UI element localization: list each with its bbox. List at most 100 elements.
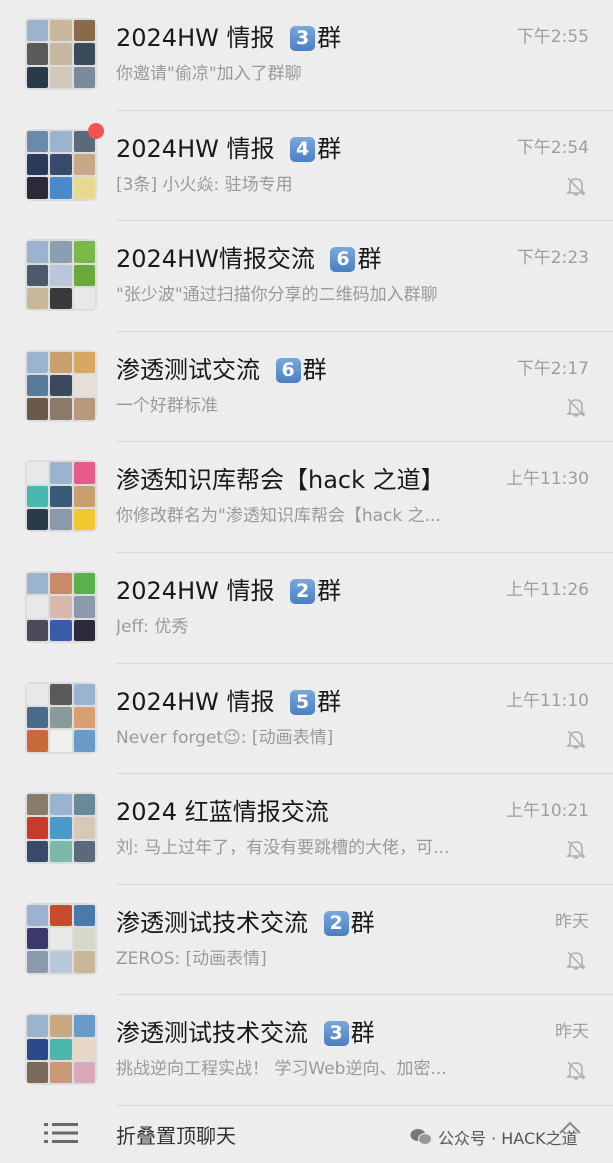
chat-preview: "张少波"通过扫描你分享的二维码加入群聊 xyxy=(116,285,438,306)
avatar-tile xyxy=(27,596,49,618)
group-number-badge: 5 xyxy=(290,689,316,715)
avatar-tile xyxy=(73,287,95,310)
bell-off-icon xyxy=(566,1061,586,1081)
avatar-tile xyxy=(73,264,95,286)
chevron-up-icon[interactable] xyxy=(558,1121,582,1135)
avatar-tile xyxy=(73,66,95,88)
avatar-tile xyxy=(27,572,49,595)
chat-row[interactable]: 渗透知识库帮会【hack 之道】 上午11:30 你修改群名为"渗透知识库帮会【ha… xyxy=(0,442,613,553)
chat-time: 昨天 xyxy=(555,1022,589,1043)
avatar-tile xyxy=(27,794,49,816)
avatar-tile xyxy=(73,351,95,374)
chat-name-suffix: 群 xyxy=(317,24,342,52)
avatar-tile xyxy=(73,1062,95,1084)
avatar-tile xyxy=(73,904,95,927)
avatar-tile xyxy=(27,509,49,531)
avatar-tile xyxy=(50,177,72,199)
chat-time: 上午11:30 xyxy=(506,469,589,490)
avatar-tile xyxy=(50,928,72,950)
group-avatar[interactable] xyxy=(25,681,97,754)
avatar-tile xyxy=(50,904,72,927)
avatar-tile xyxy=(27,619,49,641)
avatar-tile xyxy=(50,596,72,618)
fold-pinned-label: 折叠置顶聊天 xyxy=(116,1124,236,1148)
folded-pinned-bar[interactable]: 折叠置顶聊天 公众号 · HACK之道 xyxy=(0,1106,613,1163)
avatar-tile xyxy=(73,1038,95,1060)
group-avatar[interactable] xyxy=(25,349,97,422)
bell-off-icon xyxy=(566,398,586,417)
group-avatar[interactable] xyxy=(25,1013,97,1086)
chat-name-suffix: 群 xyxy=(350,908,375,937)
avatar-tile xyxy=(27,1015,49,1037)
chat-row[interactable]: 渗透测试技术交流 2 群 昨天 ZEROS: [动画表情] xyxy=(0,885,613,996)
chat-preview: Jeff: 优秀 xyxy=(116,616,189,637)
chat-name-text: 渗透测试技术交流 xyxy=(116,1019,316,1048)
avatar-tile xyxy=(27,730,49,752)
chat-row[interactable]: 2024HW 情报 5 群上午11:10 Never forget😉: [动画表情] xyxy=(0,664,613,775)
avatar-tile xyxy=(50,1015,72,1037)
chat-preview: 你修改群名为"渗透知识库帮会【hack 之... xyxy=(116,506,441,527)
group-avatar[interactable] xyxy=(25,239,97,312)
bell-off-icon xyxy=(566,177,586,196)
chat-row[interactable]: 2024HW 情报 2 群上午11:26 Jeff: 优秀 xyxy=(0,553,613,664)
avatar-tile xyxy=(50,619,72,641)
chat-name-suffix: 群 xyxy=(350,1019,375,1048)
chat-name: 渗透测试技术交流 3群 xyxy=(116,1015,503,1051)
chat-preview: ZEROS: [动画表情] xyxy=(116,948,267,969)
avatar-tile xyxy=(50,509,72,531)
avatar-tile xyxy=(73,840,95,863)
bell-off-icon xyxy=(566,730,586,749)
chat-name-text: 渗透知识库帮会【hack 之道】 xyxy=(116,466,445,495)
chat-row[interactable]: 渗透测试技术交流 3 群 昨天挑战逆向工程实战！ 学习Web逆向、加密... xyxy=(0,995,613,1106)
group-avatar[interactable] xyxy=(25,18,97,90)
avatar-tile xyxy=(73,928,95,950)
avatar-tile xyxy=(50,462,72,484)
chat-row[interactable]: 渗透测试交流 6 群下午2:17 一个好群标准 xyxy=(0,332,613,443)
bell-off-icon xyxy=(566,840,586,859)
chat-name-text: 2024HW 情报 xyxy=(116,134,283,163)
chat-name: 2024HW 情报 2群 xyxy=(116,573,503,609)
chat-row[interactable]: 2024HW 情报 4 群下午2:54 [3条] 小火焱: 驻场专用 xyxy=(0,111,613,222)
avatar-tile xyxy=(27,43,49,65)
chat-time: 下午2:17 xyxy=(516,358,589,379)
group-avatar[interactable] xyxy=(25,902,97,975)
chat-list: 2024HW 情报 3 群下午2:55 你邀请"偷凉"加入了群聊 2024HW 情报 … xyxy=(0,0,613,1106)
avatar-tile xyxy=(73,572,95,595)
group-number-badge: 2 xyxy=(323,910,349,936)
group-avatar[interactable] xyxy=(25,128,97,201)
chat-row[interactable]: 2024HW情报交流 6 群下午2:23 "张少波"通过扫描你分享的二维码加入群聊 xyxy=(0,221,613,332)
chat-name-text: 2024HW情报交流 xyxy=(116,245,323,274)
avatar-tile xyxy=(73,462,95,484)
chat-name: 2024HW 情报 4群 xyxy=(116,131,503,167)
avatar-tile xyxy=(27,351,49,374)
avatar-tile xyxy=(73,241,95,263)
avatar-tile xyxy=(50,683,72,705)
group-avatar[interactable] xyxy=(25,570,97,643)
avatar-tile xyxy=(27,683,49,705)
watermark: 公众号 · HACK之道 xyxy=(410,1125,578,1149)
group-number-badge: 6 xyxy=(330,247,356,273)
avatar-tile xyxy=(27,241,49,263)
avatar-tile xyxy=(73,43,95,65)
avatar-tile xyxy=(50,840,72,863)
avatar-tile xyxy=(73,20,95,42)
chat-name-text: 渗透测试技术交流 xyxy=(116,908,316,937)
avatar-tile xyxy=(50,730,72,752)
chat-name-text: 2024HW 情报 xyxy=(116,576,283,605)
group-avatar[interactable] xyxy=(25,460,97,533)
chat-preview: 挑战逆向工程实战！ 学习Web逆向、加密... xyxy=(116,1059,447,1080)
chat-row[interactable]: 2024 红蓝情报交流 上午10:21 刘: 马上过年了，有没有要跳槽的大佬，可..… xyxy=(0,774,613,885)
avatar-tile xyxy=(50,398,72,420)
chat-time: 下午2:23 xyxy=(516,248,589,269)
chat-name: 2024 红蓝情报交流 xyxy=(116,794,503,830)
chat-name-text: 2024HW 情报 xyxy=(116,24,283,52)
avatar-tile xyxy=(50,153,72,176)
avatar-tile xyxy=(50,1062,72,1084)
avatar-tile xyxy=(50,375,72,397)
group-avatar[interactable] xyxy=(25,792,97,865)
avatar-tile xyxy=(73,1015,95,1037)
avatar-tile xyxy=(73,619,95,641)
chat-row[interactable]: 2024HW 情报 3 群下午2:55 你邀请"偷凉"加入了群聊 xyxy=(0,0,613,111)
chat-name-suffix: 群 xyxy=(317,687,342,716)
avatar-tile xyxy=(50,43,72,65)
